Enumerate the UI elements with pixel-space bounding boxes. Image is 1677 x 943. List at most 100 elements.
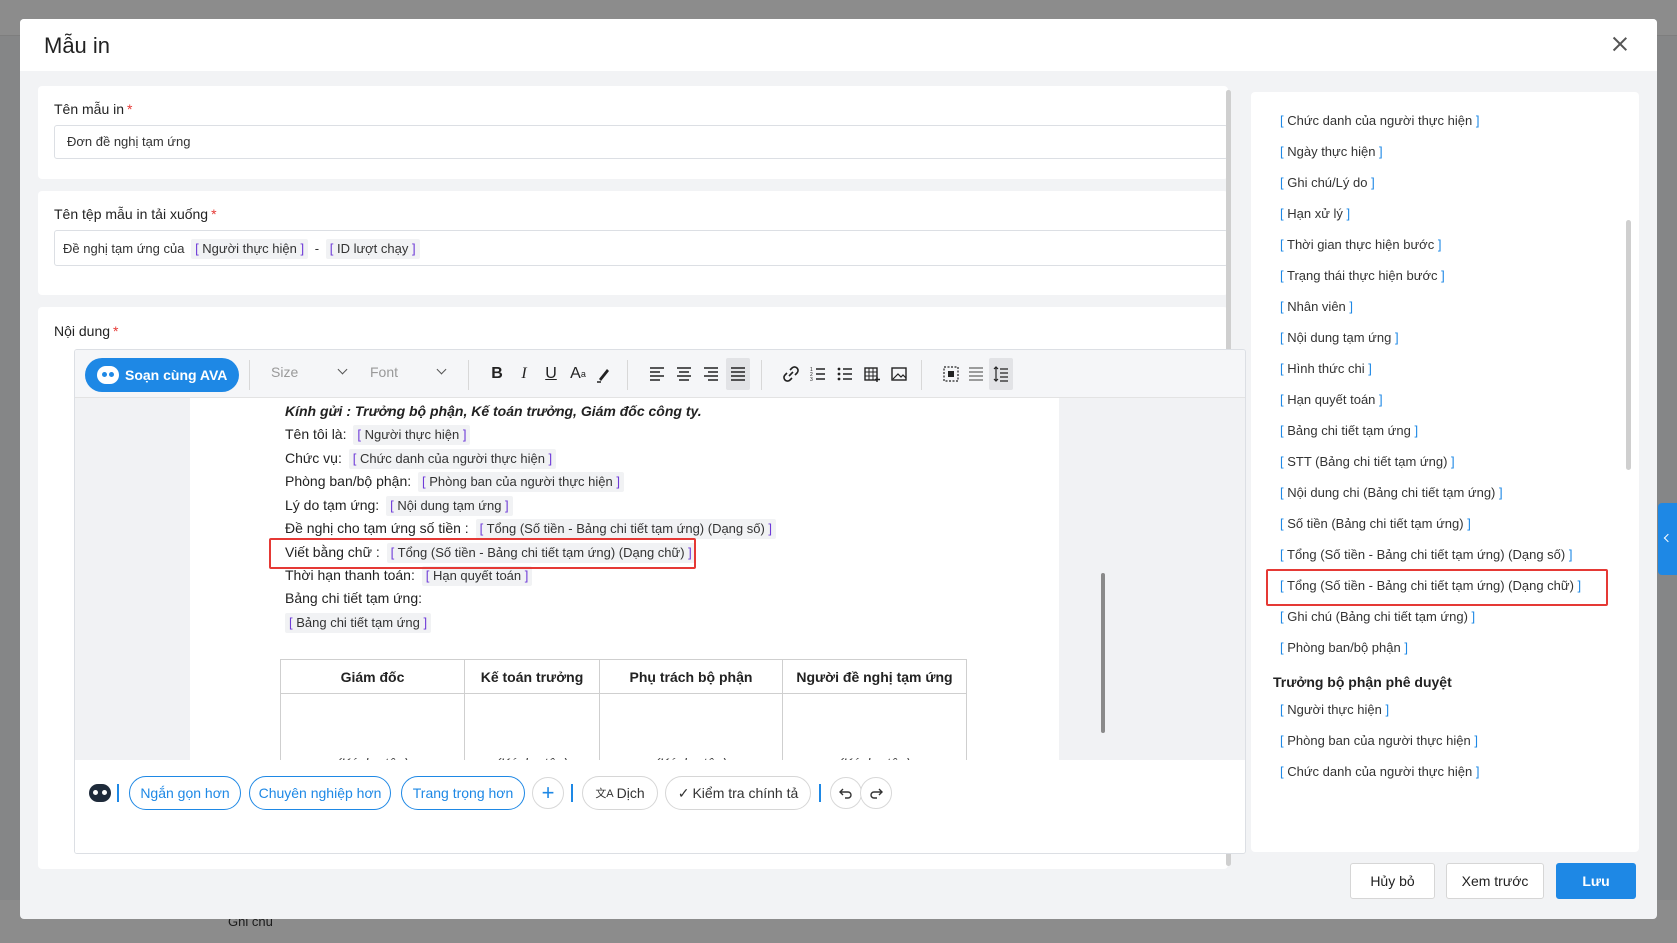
underline-icon[interactable]: U <box>539 362 563 386</box>
field-item[interactable]: [ Phòng ban của người thực hiện ] <box>1280 733 1478 748</box>
field-item[interactable]: [ Người thực hiện ] <box>1280 702 1389 717</box>
file-name-tag-run-id[interactable]: [ ID lượt chạy ] <box>325 239 420 259</box>
line-height-icon[interactable] <box>989 358 1013 390</box>
field-item[interactable]: [ Nhân viên ] <box>1280 299 1353 314</box>
doc-tag[interactable]: [ Tổng (Số tiền - Bảng chi tiết tạm ứng)… <box>475 519 777 539</box>
preview-button[interactable]: Xem trước <box>1446 863 1544 899</box>
paragraph-format-icon[interactable] <box>964 362 988 386</box>
doc-tag[interactable]: [ Phòng ban của người thực hiện ] <box>418 472 624 492</box>
field-item[interactable]: [ Tổng (Số tiền - Bảng chi tiết tạm ứng)… <box>1280 547 1572 562</box>
doc-line: Lý do tạm ứng: [ Nội dung tạm ứng ] <box>285 496 516 516</box>
field-item[interactable]: [ Ghi chú (Bảng chi tiết tạm ứng) ] <box>1280 609 1475 624</box>
document-scrollbar[interactable] <box>1101 573 1105 733</box>
save-button[interactable]: Lưu <box>1556 863 1636 899</box>
doc-tag[interactable]: [ Tổng (Số tiền - Bảng chi tiết tạm ứng)… <box>386 543 696 563</box>
doc-tag[interactable]: [ Nội dung tạm ứng ] <box>386 496 513 516</box>
editor-toolbar: Soạn cùng AVA Size Font B I U Aa 1 2 3 <box>75 350 1245 398</box>
doc-tag[interactable]: [ Hạn quyết toán ] <box>421 566 533 586</box>
more-formal-button[interactable]: Trang trọng hơn <box>401 776 525 810</box>
doc-line-amount-in-words: Viết bằng chữ : [ Tổng (Số tiền - Bảng c… <box>285 543 699 563</box>
template-name-input[interactable]: Đơn đề nghị tạm ứng <box>54 125 1228 159</box>
bold-icon[interactable]: B <box>485 362 509 386</box>
field-item[interactable]: [ Nội dung chi (Bảng chi tiết tạm ứng) ] <box>1280 485 1503 500</box>
field-item[interactable]: [ Hình thức chi ] <box>1280 361 1372 376</box>
field-item[interactable]: [ Hạn xử lý ] <box>1280 206 1350 221</box>
font-family-select[interactable]: Font <box>370 364 450 380</box>
link-icon[interactable] <box>779 362 803 386</box>
svg-text:3: 3 <box>810 377 813 383</box>
insert-image-icon[interactable] <box>887 362 911 386</box>
align-justify-icon[interactable] <box>726 358 750 390</box>
signature-cell: (Ký, họ tên) <box>464 693 600 760</box>
file-name-card: Tên tệp mẫu in tải xuống * Đề nghị tạm ứn… <box>38 191 1228 295</box>
field-item-selected[interactable]: [ Tổng (Số tiền - Bảng chi tiết tạm ứng)… <box>1280 578 1581 593</box>
compose-with-ava-button[interactable]: Soạn cùng AVA <box>85 358 239 392</box>
field-item[interactable]: [ Trạng thái thực hiện bước ] <box>1280 268 1445 283</box>
field-list-panel: [ Chức danh của người thực hiện ] [ Ngày… <box>1251 92 1639 852</box>
field-item[interactable]: [ Phòng ban/bộ phận ] <box>1280 640 1408 655</box>
toolbar-divider <box>921 360 922 390</box>
ai-bar-divider <box>819 784 821 802</box>
signature-cell: (Ký, họ tên) <box>782 693 967 760</box>
file-name-tag-performer[interactable]: [ Người thực hiện ] <box>191 239 309 259</box>
file-name-prefix: Đề nghị tạm ứng của <box>63 241 185 256</box>
align-center-icon[interactable] <box>672 362 696 386</box>
numbered-list-icon[interactable]: 123 <box>806 362 830 386</box>
spellcheck-button[interactable]: ✓ Kiểm tra chính tả <box>665 776 811 810</box>
field-item[interactable]: [ Hạn quyết toán ] <box>1280 392 1383 407</box>
content-label: Nội dung * <box>54 323 119 339</box>
signature-cell: (Ký, họ tên) <box>280 693 465 760</box>
doc-line: Thời hạn thanh toán: [ Hạn quyết toán ] <box>285 566 535 586</box>
close-icon[interactable] <box>1609 33 1631 55</box>
toolbar-divider <box>468 360 469 390</box>
chevron-down-icon <box>337 364 348 375</box>
file-name-separator: - <box>314 241 320 256</box>
bullet-list-icon[interactable] <box>833 362 857 386</box>
doc-line: Bảng chi tiết tạm ứng: <box>285 590 422 606</box>
field-item[interactable]: [ Bảng chi tiết tạm ứng ] <box>1280 423 1418 438</box>
field-item[interactable]: [ Số tiền (Bảng chi tiết tạm ứng) ] <box>1280 516 1471 531</box>
doc-tag[interactable]: [ Bảng chi tiết tạm ứng ] <box>285 613 432 633</box>
doc-line: Chức vụ: [ Chức danh của người thực hiện… <box>285 449 559 469</box>
align-left-icon[interactable] <box>645 362 669 386</box>
file-name-input[interactable]: Đề nghị tạm ứng của [ Người thực hiện ] … <box>54 230 1228 266</box>
font-size-select[interactable]: Size <box>271 364 351 380</box>
field-item[interactable]: [ Ngày thực hiện ] <box>1280 144 1383 159</box>
align-right-icon[interactable] <box>699 362 723 386</box>
template-name-label: Tên mẫu in * <box>54 101 133 117</box>
doc-tag[interactable]: [ Chức danh của người thực hiện ] <box>348 449 557 469</box>
modal-title: Mẫu in <box>44 33 111 58</box>
field-item[interactable]: [ Thời gian thực hiện bước ] <box>1280 237 1441 252</box>
toolbar-divider <box>761 360 762 390</box>
ai-bar-divider <box>117 784 119 802</box>
field-item[interactable]: [ Chức danh của người thực hiện ] <box>1280 113 1479 128</box>
undo-icon[interactable] <box>830 777 862 809</box>
doc-line: [ Bảng chi tiết tạm ứng ] <box>282 613 434 633</box>
field-item[interactable]: [ Chức danh của người thực hiện ] <box>1280 764 1479 779</box>
italic-icon[interactable]: I <box>512 362 536 386</box>
insert-table-icon[interactable] <box>860 362 884 386</box>
toolbar-divider <box>627 360 628 390</box>
font-size-icon[interactable]: Aa <box>566 362 590 386</box>
field-list-scrollbar[interactable] <box>1626 220 1631 470</box>
modal-header: Mẫu in <box>20 19 1657 71</box>
toolbar-divider <box>249 360 250 390</box>
redo-icon[interactable] <box>860 777 892 809</box>
more-professional-button[interactable]: Chuyên nghiệp hơn <box>249 776 391 810</box>
add-icon[interactable]: + <box>532 777 564 809</box>
collapse-panel-tab[interactable] <box>1658 503 1677 575</box>
shorter-button[interactable]: Ngắn gọn hơn <box>129 776 241 810</box>
template-name-card: Tên mẫu in * Đơn đề nghị tạm ứng <box>38 86 1228 179</box>
chevron-down-icon <box>436 364 447 375</box>
highlighter-icon[interactable] <box>592 362 616 386</box>
document-page[interactable]: Kính gửi : Trưởng bộ phận, Kế toán trưởn… <box>190 398 1059 760</box>
translate-button[interactable]: 文A Dịch <box>582 776 658 810</box>
cancel-button[interactable]: Hủy bỏ <box>1350 863 1435 899</box>
field-item[interactable]: [ STT (Bảng chi tiết tạm ứng) ] <box>1280 454 1455 469</box>
doc-tag[interactable]: [ Người thực hiện ] <box>353 425 471 445</box>
field-item[interactable]: [ Ghi chú/Lý do ] <box>1280 175 1375 190</box>
spellcheck-icon: ✓ <box>677 784 690 801</box>
field-item[interactable]: [ Nội dung tạm ứng ] <box>1280 330 1399 345</box>
select-all-icon[interactable] <box>939 362 963 386</box>
doc-line: Tên tôi là: [ Người thực hiện ] <box>285 425 473 445</box>
